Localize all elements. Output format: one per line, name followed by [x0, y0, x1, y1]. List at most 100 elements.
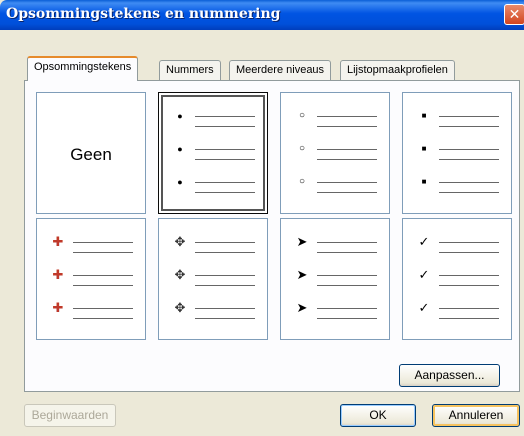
bullet-preview-row: ●: [159, 107, 267, 127]
preview-line: [195, 318, 255, 319]
preview-line: [195, 308, 255, 309]
preview-line: [195, 252, 255, 253]
preview-line: [439, 182, 499, 183]
bullet-preview-row: ○: [281, 140, 389, 160]
arrowhead-bullet-icon: ➤: [296, 267, 308, 282]
bullet-preview-row: ○: [281, 173, 389, 193]
filled-circle-bullet-icon: ●: [177, 177, 183, 187]
preview-line: [195, 192, 255, 193]
bullet-style-none[interactable]: Geen: [36, 92, 146, 214]
preview-line: [439, 116, 499, 117]
preview-line: [439, 242, 499, 243]
preview-line: [317, 285, 377, 286]
preview-line: [73, 275, 133, 276]
tab-lijstopmaakprofielen[interactable]: Lijstopmaakprofielen: [340, 60, 455, 80]
checkmark-bullet-icon: ✓: [418, 267, 430, 282]
bullet-preview-row: ■: [403, 173, 511, 193]
bullet-preview-row: ✓: [403, 266, 511, 286]
ok-label: OK: [369, 408, 387, 422]
preview-line: [195, 159, 255, 160]
preview-line: [73, 308, 133, 309]
preview-line: [439, 285, 499, 286]
close-button[interactable]: ✕: [504, 4, 524, 25]
preview-line: [195, 285, 255, 286]
preview-line: [317, 308, 377, 309]
bullet-preview-row: ✚: [37, 299, 145, 319]
ok-button[interactable]: OK: [340, 404, 416, 427]
bullet-preview-row: ●: [159, 173, 267, 193]
preview-line: [195, 275, 255, 276]
none-label: Geen: [70, 145, 112, 164]
preview-line: [73, 285, 133, 286]
square-bullet-icon: ■: [421, 144, 427, 153]
square-bullet-icon: ■: [421, 177, 427, 186]
preview-line: [73, 242, 133, 243]
preview-line: [317, 192, 377, 193]
tab-label: Nummers: [166, 64, 214, 76]
tab-nummers[interactable]: Nummers: [159, 60, 221, 80]
bullet-style-square[interactable]: ■ ■ ■: [402, 92, 512, 214]
tab-label: Lijstopmaakprofielen: [347, 64, 448, 76]
bullet-style-hollow-circle[interactable]: ○ ○ ○: [280, 92, 390, 214]
arrowhead-bullet-icon: ➤: [296, 234, 308, 249]
four-diamond-bullet-icon: ✥: [174, 267, 186, 282]
preview-line: [73, 252, 133, 253]
preview-line: [317, 126, 377, 127]
preview-line: [317, 182, 377, 183]
bullet-preview-row: ●: [159, 140, 267, 160]
four-diamond-bullet-icon: ✥: [174, 300, 186, 315]
filled-circle-bullet-icon: ●: [177, 111, 183, 121]
preview-line: [317, 275, 377, 276]
colored-plus-bullet-icon: ✚: [52, 267, 64, 282]
preview-line: [195, 126, 255, 127]
hollow-circle-bullet-icon: ○: [298, 143, 306, 154]
preview-line: [439, 318, 499, 319]
bullet-preview-row: ✓: [403, 299, 511, 319]
window-title: Opsommingstekens en nummering: [6, 6, 281, 22]
checkmark-bullet-icon: ✓: [418, 234, 430, 249]
preview-line: [439, 192, 499, 193]
tab-meerdere-niveaus[interactable]: Meerdere niveaus: [229, 60, 332, 80]
cancel-button[interactable]: Annuleren: [432, 404, 520, 427]
preview-line: [73, 318, 133, 319]
bullet-style-filled-circle[interactable]: ● ● ●: [158, 92, 268, 214]
customize-button[interactable]: Aanpassen...: [399, 364, 500, 387]
bullet-preview-row: ✓: [403, 233, 511, 253]
reset-label: Beginwaarden: [31, 408, 109, 422]
four-diamond-bullet-icon: ✥: [174, 234, 186, 249]
bullet-style-arrowhead[interactable]: ➤ ➤ ➤: [280, 218, 390, 340]
bullet-preview-row: ➤: [281, 233, 389, 253]
colored-plus-bullet-icon: ✚: [52, 234, 64, 249]
bullet-preview-row: ✚: [37, 233, 145, 253]
preview-line: [195, 182, 255, 183]
bullet-style-checkmark[interactable]: ✓ ✓ ✓: [402, 218, 512, 340]
preview-line: [195, 242, 255, 243]
preview-line: [439, 308, 499, 309]
preview-line: [317, 149, 377, 150]
bullet-preview-row: ➤: [281, 299, 389, 319]
bullet-preview-row: ✥: [159, 233, 267, 253]
hollow-circle-bullet-icon: ○: [298, 176, 306, 187]
tab-label: Meerdere niveaus: [236, 64, 325, 76]
reset-button[interactable]: Beginwaarden: [24, 404, 116, 427]
bullet-style-colored-plus[interactable]: ✚ ✚ ✚: [36, 218, 146, 340]
bullet-preview-row: ✚: [37, 266, 145, 286]
bullet-preview-row: ○: [281, 107, 389, 127]
filled-circle-bullet-icon: ●: [177, 144, 183, 154]
tab-label: Opsommingstekens: [34, 61, 132, 73]
preview-line: [317, 242, 377, 243]
preview-line: [439, 149, 499, 150]
checkmark-bullet-icon: ✓: [418, 300, 430, 315]
arrowhead-bullet-icon: ➤: [296, 300, 308, 315]
bullet-style-four-diamond[interactable]: ✥ ✥ ✥: [158, 218, 268, 340]
preview-line: [439, 275, 499, 276]
preview-line: [317, 116, 377, 117]
preview-line: [195, 149, 255, 150]
close-icon: ✕: [508, 6, 521, 22]
bullet-preview-row: ✥: [159, 299, 267, 319]
preview-line: [317, 252, 377, 253]
bullet-preview-row: ✥: [159, 266, 267, 286]
hollow-circle-bullet-icon: ○: [298, 110, 306, 121]
preview-line: [317, 318, 377, 319]
tab-opsommingstekens[interactable]: Opsommingstekens: [27, 56, 139, 81]
